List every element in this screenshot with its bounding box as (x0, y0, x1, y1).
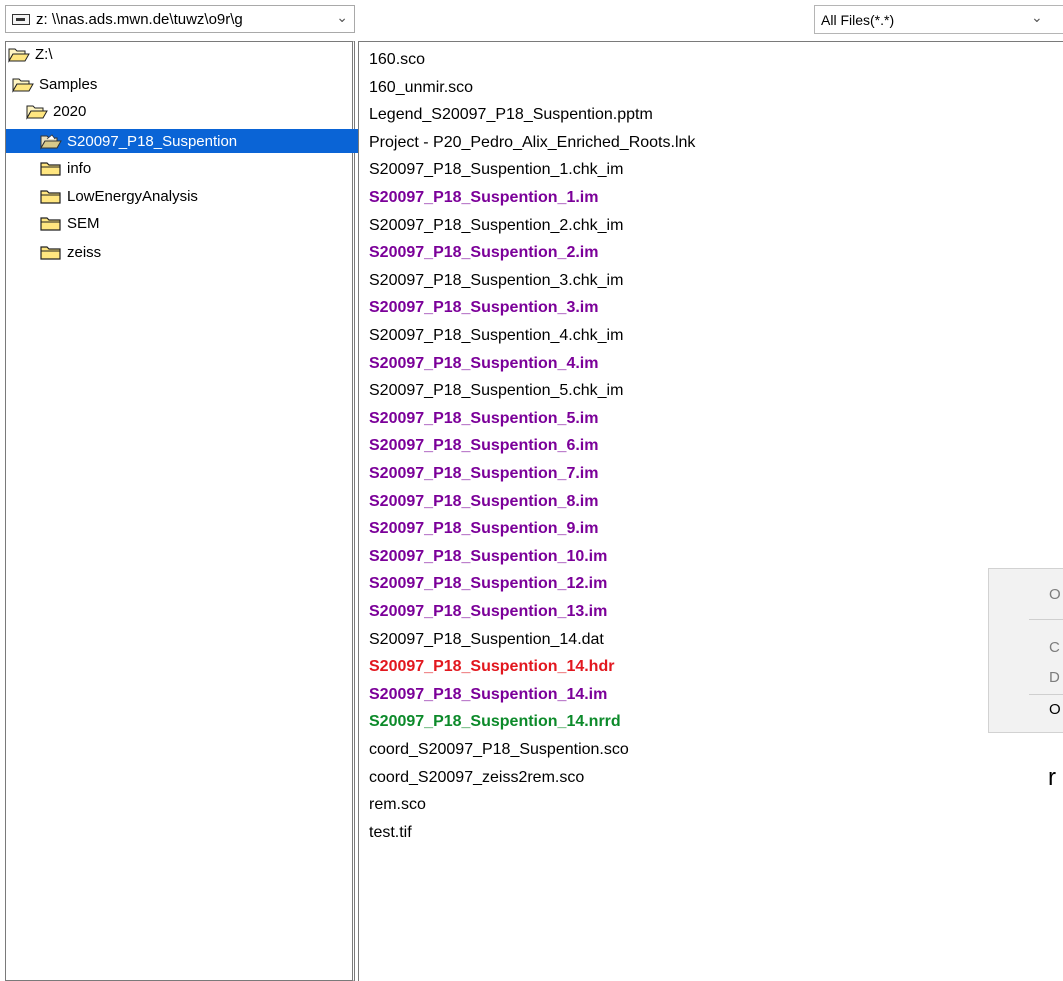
edge-text: r (1048, 764, 1056, 791)
file-list[interactable]: 160.sco 160_unmir.sco Legend_S20097_P18_Su… (358, 41, 1063, 981)
file-item[interactable]: S20097_P18_Suspention_5.im (369, 406, 598, 432)
file-item[interactable]: S20097_P18_Suspention_13.im (369, 599, 607, 625)
tree-item[interactable]: Z:\ (6, 42, 53, 66)
context-menu: O C D O (988, 568, 1063, 733)
tree-item[interactable]: info (6, 156, 91, 180)
file-item[interactable]: S20097_P18_Suspention_14.dat (369, 627, 604, 653)
folder-icon (40, 160, 62, 177)
file-item[interactable]: S20097_P18_Suspention_2.chk_im (369, 213, 623, 239)
file-item[interactable]: S20097_P18_Suspention_9.im (369, 516, 598, 542)
tree-item-label: Z:\ (35, 45, 53, 63)
file-item[interactable]: test.tif (369, 820, 412, 846)
file-item[interactable]: 160.sco (369, 47, 425, 73)
chevron-down-icon[interactable]: ⌄ (1031, 9, 1043, 26)
tree-item-label: S20097_P18_Suspention (67, 132, 238, 150)
file-type-filter-value: All Files(*.*) (821, 11, 895, 28)
file-item[interactable]: S20097_P18_Suspention_14.im (369, 682, 607, 708)
file-item[interactable]: S20097_P18_Suspention_3.im (369, 295, 598, 321)
tree-item[interactable]: zeiss (6, 240, 101, 264)
drive-selector[interactable]: z: \\nas.ads.mwn.de\tuwz\o9r\g ⌄ (5, 5, 355, 33)
file-item[interactable]: S20097_P18_Suspention_2.im (369, 240, 598, 266)
tree-item[interactable]: Samples (6, 72, 97, 96)
file-item[interactable]: S20097_P18_Suspention_1.im (369, 185, 598, 211)
file-item[interactable]: S20097_P18_Suspention_12.im (369, 571, 607, 597)
context-menu-item[interactable]: D (1049, 669, 1060, 686)
open-folder-icon (12, 76, 34, 93)
open-folder-icon (40, 133, 62, 150)
file-item[interactable]: S20097_P18_Suspention_3.chk_im (369, 268, 623, 294)
drive-selector-value: z: \\nas.ads.mwn.de\tuwz\o9r\g (36, 10, 243, 28)
file-item[interactable]: rem.sco (369, 792, 426, 818)
context-menu-item[interactable]: C (1049, 639, 1060, 656)
tree-item-label: 2020 (53, 102, 87, 120)
file-item[interactable]: S20097_P18_Suspention_14.nrrd (369, 709, 621, 735)
chevron-down-icon[interactable]: ⌄ (336, 9, 348, 26)
file-item[interactable]: S20097_P18_Suspention_4.im (369, 351, 598, 377)
tree-item-label: info (67, 159, 92, 177)
menu-separator (1029, 694, 1063, 695)
context-menu-item[interactable]: O (1049, 701, 1061, 718)
file-item[interactable]: coord_S20097_P18_Suspention.sco (369, 737, 629, 763)
folder-icon (40, 244, 62, 261)
folder-icon (40, 188, 62, 205)
open-folder-icon (8, 46, 30, 63)
file-item[interactable]: S20097_P18_Suspention_7.im (369, 461, 598, 487)
tree-item-label: zeiss (67, 243, 102, 261)
folder-tree[interactable]: Z:\ Samples 2020 S20097_P18_Suspentioninfo L… (5, 41, 381, 981)
file-item[interactable]: S20097_P18_Suspention_5.chk_im (369, 378, 623, 404)
file-item[interactable]: S20097_P18_Suspention_10.im (369, 544, 607, 570)
file-item[interactable]: Legend_S20097_P18_Suspention.pptm (369, 102, 653, 128)
tree-item[interactable]: 2020 (6, 99, 86, 123)
folder-icon (40, 215, 62, 232)
file-item[interactable]: S20097_P18_Suspention_1.chk_im (369, 157, 623, 183)
tree-item[interactable]: S20097_P18_Suspention (6, 129, 381, 153)
file-item[interactable]: S20097_P18_Suspention_6.im (369, 433, 598, 459)
tree-item-label: SEM (67, 214, 100, 232)
tree-item-label: Samples (39, 75, 98, 93)
tree-item-label: LowEnergyAnalysis (67, 187, 198, 205)
file-item[interactable]: S20097_P18_Suspention_8.im (369, 489, 598, 515)
tree-item[interactable]: LowEnergyAnalysis (6, 184, 198, 208)
tree-item[interactable]: SEM (6, 211, 100, 235)
file-item[interactable]: S20097_P18_Suspention_14.hdr (369, 654, 614, 680)
file-item[interactable]: S20097_P18_Suspention_4.chk_im (369, 323, 623, 349)
network-drive-icon (12, 13, 30, 25)
open-folder-icon (26, 103, 48, 120)
context-menu-item[interactable]: O (1049, 586, 1061, 603)
file-item[interactable]: 160_unmir.sco (369, 75, 473, 101)
menu-separator (1029, 619, 1063, 620)
file-item[interactable]: Project - P20_Pedro_Alix_Enriched_Roots.… (369, 130, 695, 156)
file-type-filter[interactable]: All Files(*.*) ⌄ (814, 5, 1063, 34)
file-item[interactable]: coord_S20097_zeiss2rem.sco (369, 765, 584, 791)
